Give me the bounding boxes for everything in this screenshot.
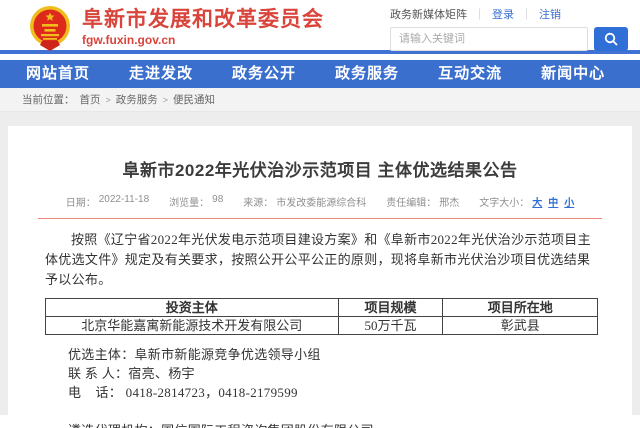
search-button[interactable]	[594, 27, 628, 51]
breadcrumb-separator: >	[106, 95, 111, 105]
col-header-investor: 投资主体	[46, 299, 339, 317]
table-header-row: 投资主体 项目规模 项目所在地	[46, 299, 598, 317]
search-input[interactable]	[390, 27, 588, 51]
site-brand[interactable]: 阜新市发展和改革委员会 fgw.fuxin.gov.cn	[82, 8, 390, 47]
site-url: fgw.fuxin.gov.cn	[82, 33, 390, 47]
media-matrix-link[interactable]: 政务新媒体矩阵	[390, 6, 467, 22]
nav-item-news[interactable]: 新闻中心	[541, 60, 605, 88]
link-separator: ｜	[521, 6, 532, 22]
main-nav: 网站首页 走进发改 政务公开 政务服务 互动交流 新闻中心	[0, 60, 640, 88]
contact-line: 联 系 人：宿亮、杨宇	[68, 364, 595, 383]
breadcrumb-notice[interactable]: 便民通知	[173, 92, 215, 107]
site-title: 阜新市发展和改革委员会	[82, 8, 390, 32]
views-value: 98	[212, 194, 223, 209]
nav-item-disclosure[interactable]: 政务公开	[232, 60, 296, 88]
breadcrumb-home[interactable]: 首页	[80, 92, 101, 107]
editor-label: 责任编辑：	[386, 194, 436, 209]
meta-source: 来源： 市发改委能源综合科	[243, 194, 366, 209]
nav-item-services[interactable]: 政务服务	[335, 60, 399, 88]
breadcrumb-services[interactable]: 政务服务	[116, 92, 158, 107]
meta-fontsize: 文字大小： 大 中 小	[479, 194, 574, 209]
breadcrumb: 当前位置： 首页 > 政务服务 > 便民通知	[0, 88, 640, 112]
table-row: 北京华能嘉寓新能源技术开发有限公司 50万千瓦 彰武县	[46, 317, 598, 335]
fontsize-label: 文字大小：	[479, 194, 529, 209]
col-header-scale: 项目规模	[338, 299, 443, 317]
article-meta: 日期： 2022-11-18 浏览量： 98 来源： 市发改委能源综合科 责任编…	[38, 194, 602, 209]
page-title: 阜新市2022年光伏治沙示范项目 主体优选结果公告	[38, 126, 602, 181]
article-card: 阜新市2022年光伏治沙示范项目 主体优选结果公告 日期： 2022-11-18…	[8, 126, 632, 415]
fontsize-large-button[interactable]: 大	[532, 194, 542, 209]
title-divider	[38, 218, 602, 219]
meta-editor: 责任编辑： 邢杰	[386, 194, 459, 209]
meta-date: 日期： 2022-11-18	[66, 194, 149, 209]
meta-views: 浏览量： 98	[169, 194, 223, 209]
contact-line: 遴选代理机构：国信国际工程咨询集团股份有限公司	[68, 421, 595, 428]
col-header-location: 项目所在地	[443, 299, 598, 317]
contact-line: 优选主体：阜新市新能源竞争优选领导小组	[68, 345, 595, 364]
login-link[interactable]: 登录	[492, 6, 514, 22]
page-background: 阜新市2022年光伏治沙示范项目 主体优选结果公告 日期： 2022-11-18…	[0, 112, 640, 415]
nav-item-about[interactable]: 走进发改	[129, 60, 193, 88]
link-separator: ｜	[474, 6, 485, 22]
cell-investor: 北京华能嘉寓新能源技术开发有限公司	[46, 317, 339, 335]
header-utility: 政务新媒体矩阵 ｜ 登录 ｜ 注销	[390, 4, 628, 51]
views-label: 浏览量：	[169, 194, 209, 209]
nav-item-home[interactable]: 网站首页	[26, 60, 90, 88]
search-icon	[604, 32, 618, 46]
source-value: 市发改委能源综合科	[276, 194, 366, 209]
breadcrumb-prefix: 当前位置：	[22, 92, 75, 107]
cell-location: 彰武县	[443, 317, 598, 335]
result-table: 投资主体 项目规模 项目所在地 北京华能嘉寓新能源技术开发有限公司 50万千瓦 …	[45, 298, 598, 335]
article-paragraph: 按照《辽宁省2022年光伏发电示范项目建设方案》和《阜新市2022年光伏治沙示范…	[45, 230, 595, 290]
breadcrumb-separator: >	[163, 95, 168, 105]
date-label: 日期：	[66, 194, 96, 209]
contact-block: 优选主体：阜新市新能源竞争优选领导小组 联 系 人：宿亮、杨宇 电 话： 041…	[68, 345, 595, 428]
national-emblem-logo[interactable]	[28, 5, 72, 51]
cell-scale: 50万千瓦	[338, 317, 443, 335]
fontsize-small-button[interactable]: 小	[564, 194, 574, 209]
logout-link[interactable]: 注销	[539, 6, 561, 22]
source-label: 来源：	[243, 194, 273, 209]
fontsize-medium-button[interactable]: 中	[548, 194, 558, 209]
contact-line-blank	[68, 402, 595, 421]
contact-line: 电 话： 0418-2814723，0418-2179599	[68, 383, 595, 402]
nav-item-interaction[interactable]: 互动交流	[438, 60, 502, 88]
site-header: 阜新市发展和改革委员会 fgw.fuxin.gov.cn 政务新媒体矩阵 ｜ 登…	[0, 0, 640, 50]
date-value: 2022-11-18	[99, 194, 149, 209]
top-links: 政务新媒体矩阵 ｜ 登录 ｜ 注销	[390, 6, 628, 22]
editor-value: 邢杰	[439, 194, 459, 209]
fontsize-links: 大 中 小	[532, 194, 574, 209]
search-bar	[390, 27, 628, 51]
